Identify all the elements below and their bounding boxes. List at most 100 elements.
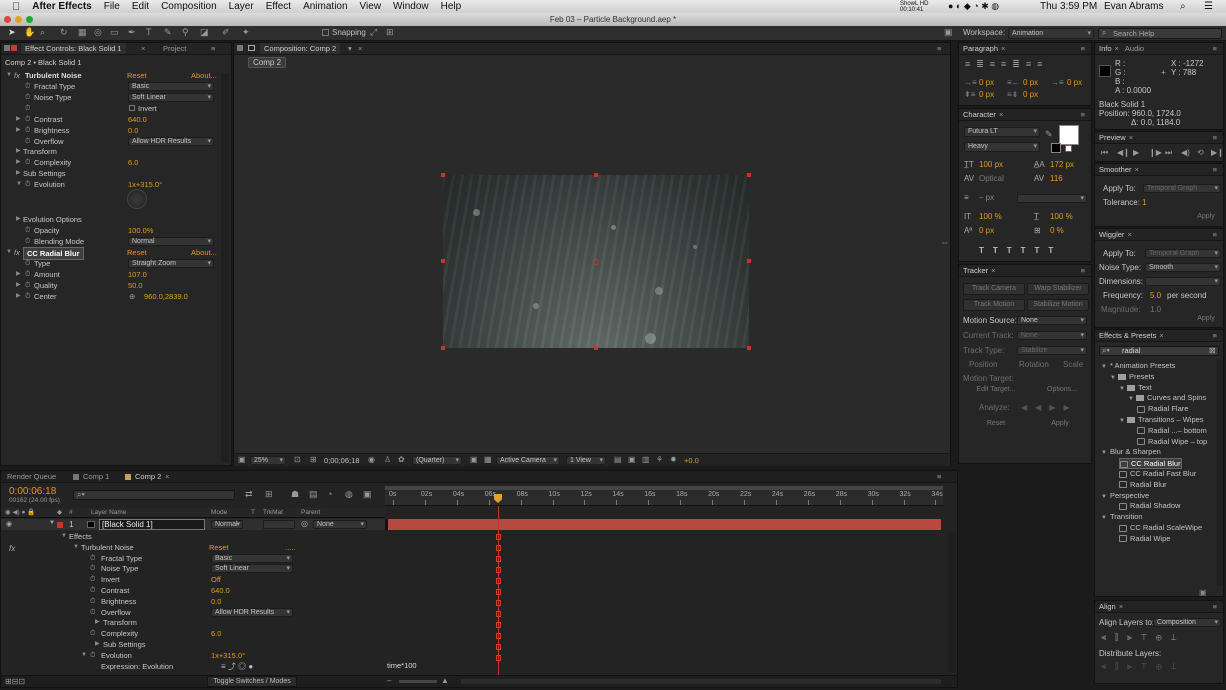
zoom-in-icon[interactable]: ▲: [441, 676, 449, 685]
stabilize-motion-button[interactable]: Stabilize Motion: [1027, 299, 1089, 311]
region-of-interest-icon[interactable]: ▣: [470, 455, 478, 464]
effects-tree-item[interactable]: CC Radial ScaleWipe: [1119, 523, 1202, 532]
layer-handle[interactable]: [747, 259, 751, 263]
tracker-reset-button[interactable]: Reset: [971, 419, 1021, 431]
track-motion-button[interactable]: Track Motion: [963, 299, 1025, 311]
fx-icon[interactable]: fx: [9, 544, 15, 553]
effects-tree-item[interactable]: Radial Wipe – top: [1137, 437, 1207, 446]
minimize-window-button[interactable]: [15, 16, 22, 23]
timeline-property-dropdown[interactable]: Allow HDR Results: [211, 607, 293, 617]
keyframe-marker[interactable]: [496, 567, 501, 573]
keyframe-marker[interactable]: [496, 578, 501, 584]
brainstorm-icon[interactable]: ◍: [345, 489, 353, 500]
type-tool-icon[interactable]: T: [146, 27, 152, 37]
stopwatch-icon[interactable]: ⏱: [25, 136, 30, 147]
lock-icon[interactable]: [248, 45, 255, 51]
stopwatch-icon[interactable]: ⏱: [25, 269, 30, 280]
fx-icon[interactable]: fx: [14, 247, 20, 258]
keyframe-marker[interactable]: [496, 545, 501, 551]
transparency-grid-icon[interactable]: ▦: [484, 455, 492, 464]
expand-triangle-icon[interactable]: ▼: [81, 650, 87, 661]
effects-tree-item[interactable]: ▼ Text: [1119, 383, 1152, 392]
magnification-dropdown[interactable]: 25%: [250, 456, 286, 465]
track-type-dropdown[interactable]: Stabilize: [1017, 346, 1087, 355]
text-style-buttons[interactable]: TTTTTT: [979, 246, 1062, 255]
timeline-scrollbar[interactable]: [947, 533, 955, 673]
trkmat-dropdown[interactable]: [263, 520, 295, 529]
stopwatch-icon[interactable]: ⏱: [25, 125, 30, 136]
motion-source-dropdown[interactable]: None: [1017, 316, 1087, 325]
fill-color-swatch[interactable]: [1059, 125, 1079, 145]
pen-tool-icon[interactable]: ✒: [128, 27, 136, 38]
resolution-dropdown[interactable]: (Quarter): [412, 456, 462, 465]
pick-whip-icon[interactable]: ◎: [301, 519, 308, 528]
timeline-property-label[interactable]: Sub Settings: [103, 639, 146, 650]
zoom-window-button[interactable]: [26, 16, 33, 23]
keyframe-marker[interactable]: [496, 611, 501, 617]
smoother-apply-to-dropdown[interactable]: Temporal Graph: [1143, 184, 1221, 193]
fast-previews-icon[interactable]: ▣: [628, 455, 636, 464]
panel-menu-icon[interactable]: ≡: [1213, 43, 1217, 54]
timeline-search-input[interactable]: ⌕▾: [73, 490, 235, 500]
noise-type-dropdown[interactable]: Smooth: [1145, 263, 1221, 272]
expand-triangle-icon[interactable]: ▶: [16, 214, 21, 225]
expand-triangle-icon[interactable]: ▼: [1110, 375, 1116, 381]
track-camera-button[interactable]: Track Camera: [963, 283, 1025, 295]
column-layer-name[interactable]: Layer Name: [91, 508, 126, 518]
tab-comp-1[interactable]: Comp 1: [83, 471, 109, 482]
horizontal-scale-field[interactable]: 100 %: [1050, 212, 1073, 221]
property-dropdown[interactable]: Allow HDR Results: [128, 136, 214, 146]
scrollbar[interactable]: [1217, 360, 1223, 586]
keyframe-marker[interactable]: [496, 622, 501, 628]
font-size-field[interactable]: 100 px: [979, 160, 1003, 169]
layer-row[interactable]: ◉ ▼ 1 [Black Solid 1] Normal ◎ None: [1, 519, 385, 530]
effects-tree-item[interactable]: CC Radial Blur: [1119, 458, 1182, 470]
indent-right-field[interactable]: 0 px: [1023, 78, 1038, 87]
tab-close-icon[interactable]: ×: [991, 266, 995, 275]
expand-triangle-icon[interactable]: ▶: [95, 617, 100, 628]
tab-comp-2[interactable]: Comp 2: [135, 471, 161, 482]
panel-menu-icon[interactable]: ≡: [1213, 601, 1217, 612]
always-preview-icon[interactable]: ▣: [238, 455, 246, 464]
effects-tree-item[interactable]: ▼ Transition: [1101, 512, 1143, 521]
previous-frame-icon[interactable]: ◀❙: [1117, 148, 1130, 157]
timeline-horizontal-scrollbar[interactable]: [461, 679, 941, 684]
motion-blur-icon[interactable]: ◔: [327, 489, 332, 499]
tab-close-icon[interactable]: ×: [1127, 230, 1131, 239]
expand-triangle-icon[interactable]: ▼: [1101, 450, 1107, 456]
expand-triangle-icon[interactable]: ▼: [1101, 494, 1107, 500]
audio-icon[interactable]: ◀): [1181, 148, 1190, 157]
tab-close-icon[interactable]: ×: [1115, 44, 1119, 53]
app-menu[interactable]: After Effects: [32, 1, 91, 12]
tab-character[interactable]: Character: [963, 110, 996, 119]
expression-text[interactable]: time*100: [387, 661, 417, 670]
spotlight-icon[interactable]: ⌕: [1180, 1, 1186, 12]
effects-tree-item[interactable]: ▼ Transitions – Wipes: [1119, 415, 1204, 424]
expand-arrows-icon[interactable]: ⇔: [940, 237, 949, 247]
menu-layer[interactable]: Layer: [229, 1, 254, 12]
timeline-effect-reset[interactable]: Reset: [209, 542, 229, 553]
tab-project[interactable]: Project: [163, 43, 186, 54]
property-group-label[interactable]: Sub Settings: [23, 168, 66, 179]
timeline-property-label[interactable]: Transform: [103, 617, 137, 628]
panel-menu-icon[interactable]: ≡: [1213, 164, 1217, 175]
property-value[interactable]: 100.0%: [128, 225, 153, 236]
space-before-field[interactable]: 0 px: [979, 90, 994, 99]
stopwatch-icon[interactable]: ⏱: [25, 291, 30, 302]
expand-triangle-icon[interactable]: ▶: [16, 269, 21, 280]
effects-tree-item[interactable]: Radial Wipe: [1119, 534, 1170, 543]
stopwatch-icon[interactable]: ⏱: [25, 236, 30, 247]
menu-file[interactable]: File: [104, 1, 120, 12]
tab-close-icon[interactable]: ×: [1135, 165, 1139, 174]
selection-tool-icon[interactable]: ➤: [8, 27, 16, 38]
stopwatch-icon[interactable]: ⏱: [90, 585, 95, 596]
close-window-button[interactable]: [4, 16, 11, 23]
tab-paragraph[interactable]: Paragraph: [963, 44, 998, 53]
safe-zones-icon[interactable]: ⊞: [310, 455, 317, 464]
graph-editor-icon[interactable]: ▣: [363, 489, 372, 500]
stopwatch-icon[interactable]: ⏱: [90, 563, 95, 574]
panel-menu-icon[interactable]: ≡: [1081, 265, 1085, 276]
tab-composition[interactable]: Composition: Comp 2: [260, 43, 341, 54]
stroke-type-dropdown[interactable]: [1017, 194, 1087, 203]
expand-triangle-icon[interactable]: ▶: [16, 157, 21, 168]
